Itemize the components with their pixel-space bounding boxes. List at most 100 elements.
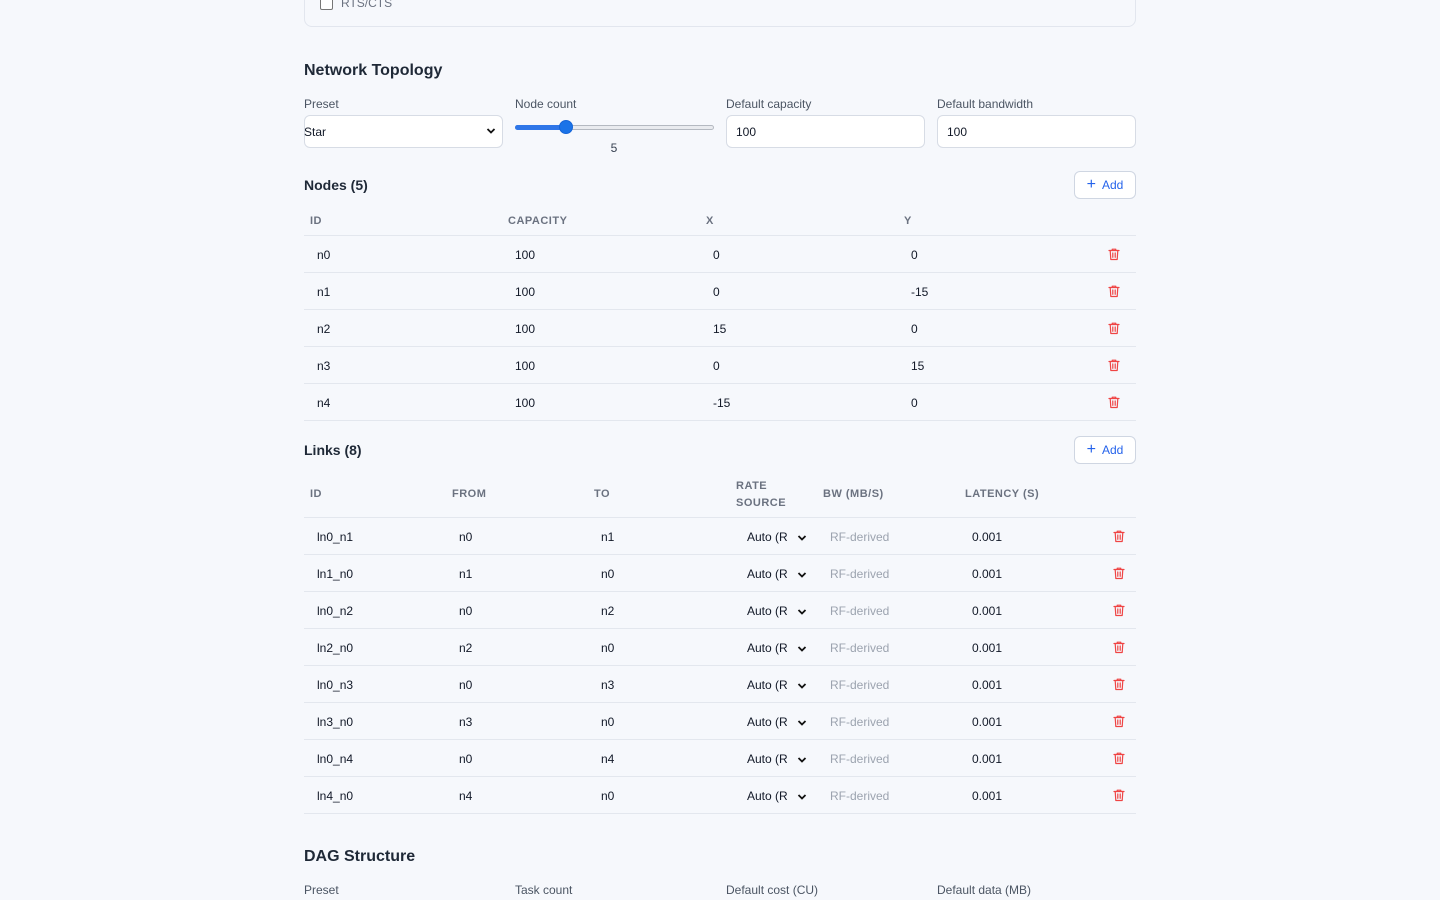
link-id-field[interactable]: ln0_n2 [317,604,353,618]
rate-source-select[interactable]: Auto (R [747,752,788,766]
trash-icon[interactable] [1107,395,1121,409]
preset-select[interactable]: Star [304,115,503,148]
dag-preset-label: Preset [304,883,339,897]
rate-source-select[interactable]: Auto (R [747,789,788,803]
trash-icon[interactable] [1112,714,1126,728]
trash-icon[interactable] [1112,529,1126,543]
link-bw-field[interactable]: RF-derived [830,567,889,581]
links-col-rate: RATE [736,480,768,492]
link-latency-field[interactable]: 0.001 [972,789,1002,803]
link-id-field[interactable]: ln0_n1 [317,530,353,544]
slider-thumb[interactable] [558,120,573,134]
node-count-slider[interactable] [515,120,714,134]
node-x-field[interactable]: 0 [713,248,720,262]
node-id-field[interactable]: n0 [317,248,330,262]
trash-icon[interactable] [1112,751,1126,765]
link-id-field[interactable]: ln0_n4 [317,752,353,766]
link-bw-field[interactable]: RF-derived [830,715,889,729]
add-node-button[interactable]: + Add [1074,171,1136,199]
link-id-field[interactable]: ln0_n3 [317,678,353,692]
link-from-field[interactable]: n0 [459,604,472,618]
node-count-label: Node count [515,97,577,111]
add-link-button[interactable]: + Add [1074,436,1136,464]
link-latency-field[interactable]: 0.001 [972,715,1002,729]
node-id-field[interactable]: n1 [317,285,330,299]
nodes-col-x: X [706,215,714,227]
link-bw-field[interactable]: RF-derived [830,752,889,766]
default-capacity-input[interactable]: 100 [726,115,925,148]
rate-source-select[interactable]: Auto (R [747,678,788,692]
link-from-field[interactable]: n1 [459,567,472,581]
node-capacity-field[interactable]: 100 [515,285,535,299]
node-y-field[interactable]: 0 [911,396,918,410]
trash-icon[interactable] [1112,788,1126,802]
nodes-table-body: n0 100 0 0 n1 100 0 -15 n2 100 15 0 n3 100 0 15 n4 100 -15… [304,236,1136,421]
node-y-field[interactable]: -15 [911,285,928,299]
trash-icon[interactable] [1112,566,1126,580]
rate-source-select[interactable]: Auto (R [747,604,788,618]
link-from-field[interactable]: n4 [459,789,472,803]
link-id-field[interactable]: ln1_n0 [317,567,353,581]
trash-icon[interactable] [1112,603,1126,617]
node-id-field[interactable]: n2 [317,322,330,336]
node-capacity-field[interactable]: 100 [515,359,535,373]
link-bw-field[interactable]: RF-derived [830,530,889,544]
link-to-field[interactable]: n0 [601,567,614,581]
link-from-field[interactable]: n0 [459,530,472,544]
link-id-field[interactable]: ln2_n0 [317,641,353,655]
link-from-field[interactable]: n0 [459,678,472,692]
link-bw-field[interactable]: RF-derived [830,641,889,655]
table-row: ln3_n0 n3 n0 RF-derived 0.001 Auto (R [304,703,1136,740]
link-latency-field[interactable]: 0.001 [972,641,1002,655]
rate-source-select[interactable]: Auto (R [747,641,788,655]
link-latency-field[interactable]: 0.001 [972,604,1002,618]
chevron-down-icon [486,128,496,134]
trash-icon[interactable] [1107,284,1121,298]
node-y-field[interactable]: 0 [911,322,918,336]
rts-cts-option[interactable]: RTS/CTS [320,0,392,10]
link-latency-field[interactable]: 0.001 [972,530,1002,544]
trash-icon[interactable] [1107,247,1121,261]
link-to-field[interactable]: n4 [601,752,614,766]
link-latency-field[interactable]: 0.001 [972,567,1002,581]
trash-icon[interactable] [1107,358,1121,372]
link-latency-field[interactable]: 0.001 [972,752,1002,766]
node-capacity-field[interactable]: 100 [515,248,535,262]
node-x-field[interactable]: -15 [713,396,730,410]
link-to-field[interactable]: n0 [601,641,614,655]
link-to-field[interactable]: n3 [601,678,614,692]
node-id-field[interactable]: n4 [317,396,330,410]
link-to-field[interactable]: n0 [601,789,614,803]
table-row: ln0_n4 n0 n4 RF-derived 0.001 Auto (R [304,740,1136,777]
table-row: n3 100 0 15 [304,347,1136,384]
link-from-field[interactable]: n2 [459,641,472,655]
rate-source-select[interactable]: Auto (R [747,567,788,581]
node-capacity-field[interactable]: 100 [515,322,535,336]
rts-cts-checkbox[interactable] [320,0,333,10]
link-bw-field[interactable]: RF-derived [830,604,889,618]
node-y-field[interactable]: 15 [911,359,924,373]
default-bandwidth-input[interactable]: 100 [937,115,1136,148]
link-latency-field[interactable]: 0.001 [972,678,1002,692]
node-y-field[interactable]: 0 [911,248,918,262]
node-id-field[interactable]: n3 [317,359,330,373]
rate-source-select[interactable]: Auto (R [747,715,788,729]
trash-icon[interactable] [1112,640,1126,654]
node-capacity-field[interactable]: 100 [515,396,535,410]
link-to-field[interactable]: n1 [601,530,614,544]
link-bw-field[interactable]: RF-derived [830,678,889,692]
link-id-field[interactable]: ln4_n0 [317,789,353,803]
link-to-field[interactable]: n2 [601,604,614,618]
plus-icon: + [1086,441,1096,458]
link-bw-field[interactable]: RF-derived [830,789,889,803]
trash-icon[interactable] [1112,677,1126,691]
rate-source-select[interactable]: Auto (R [747,530,788,544]
link-from-field[interactable]: n0 [459,752,472,766]
node-x-field[interactable]: 15 [713,322,726,336]
link-to-field[interactable]: n0 [601,715,614,729]
node-x-field[interactable]: 0 [713,359,720,373]
link-id-field[interactable]: ln3_n0 [317,715,353,729]
node-x-field[interactable]: 0 [713,285,720,299]
link-from-field[interactable]: n3 [459,715,472,729]
trash-icon[interactable] [1107,321,1121,335]
